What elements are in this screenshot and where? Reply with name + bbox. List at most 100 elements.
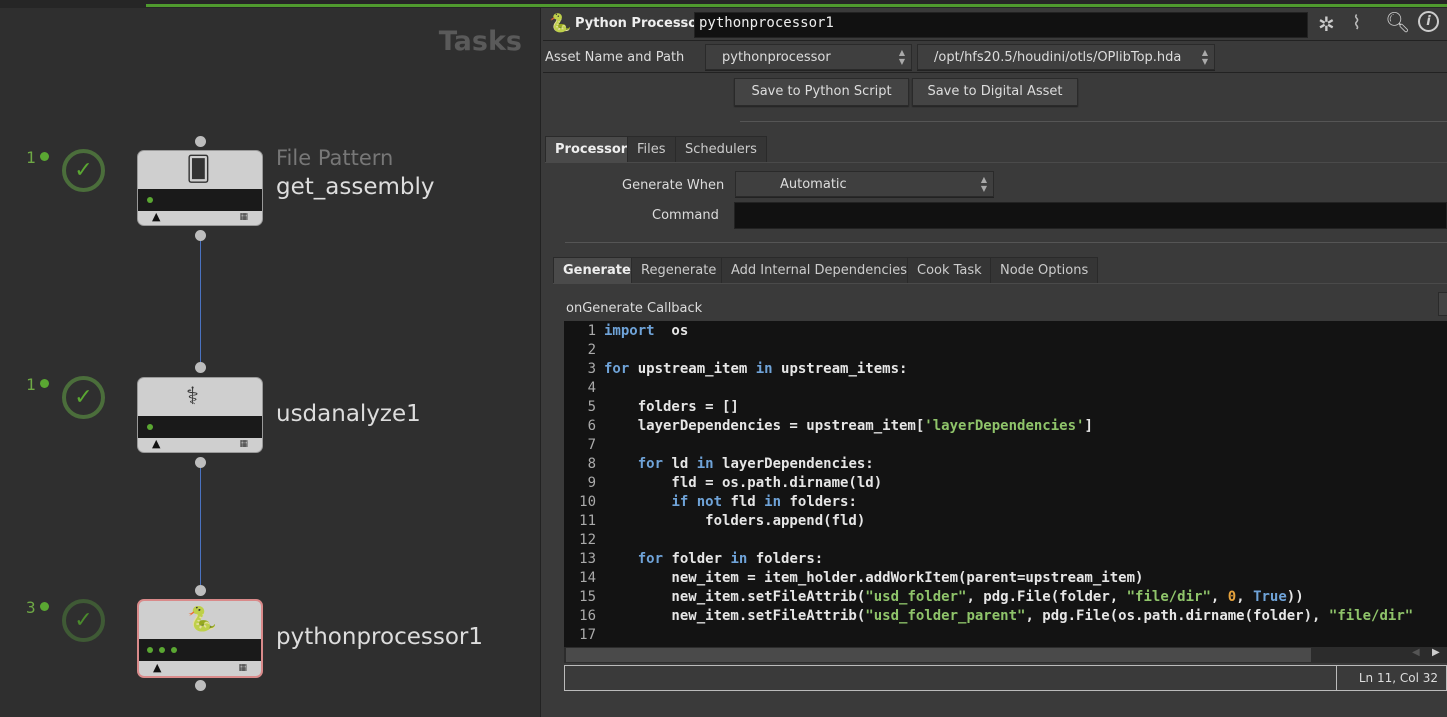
python-icon: 🐍 (187, 605, 217, 633)
usd-analyze-icon: ⚕ (186, 382, 199, 410)
gear-icon[interactable]: ✲ (1318, 12, 1335, 36)
node-get-assembly[interactable]: 🂠 ▲ ▦ (137, 150, 263, 226)
asset-path-value: /opt/hfs20.5/houdini/otls/OPlibTop.hda (934, 50, 1182, 65)
save-to-python-script-button[interactable]: Save to Python Script (734, 78, 909, 106)
output-port[interactable] (195, 680, 206, 691)
python-icon[interactable]: 🐍 (549, 13, 571, 34)
cooked-check-icon: ✓ (62, 599, 105, 642)
asset-path-select[interactable]: /opt/hfs20.5/houdini/otls/OPlibTop.hda ▲ ▼ (917, 44, 1215, 70)
line-number: 12 (579, 532, 596, 548)
code-token: )) (1286, 589, 1304, 605)
divider (545, 162, 1447, 163)
line-number: 17 (579, 627, 596, 643)
node-name-label: pythonprocessor1 (276, 624, 483, 650)
code-token: layerDependencies: (713, 456, 874, 472)
code-token: 0 (1227, 589, 1237, 605)
search-icon[interactable]: 🔍︎ (1385, 10, 1410, 34)
tab-add-internal-dependencies[interactable]: Add Internal Dependencies (721, 257, 918, 284)
callback-label: onGenerate Callback (566, 301, 703, 316)
node-pythonprocessor1[interactable]: 🐍 ▲ ▦ (137, 599, 263, 678)
line-number: 2 (587, 342, 596, 358)
code-line: fld = os.path.dirname(ld) (604, 475, 882, 491)
line-number: 7 (587, 437, 596, 453)
scrollbar-thumb[interactable] (566, 648, 1311, 662)
tab-processor[interactable]: Processor (545, 136, 638, 163)
input-port[interactable] (195, 585, 206, 596)
input-port[interactable] (195, 362, 206, 373)
node-type-label: Python Processor (575, 16, 704, 31)
line-number: 16 (579, 608, 596, 624)
line-number: 15 (579, 589, 596, 605)
code-editor[interactable]: 1 import os 2 3 for upstream_item in upstrea… (564, 321, 1447, 647)
cursor-position: Ln 11, Col 32 (1358, 671, 1438, 685)
code-token: upstream_item (629, 361, 756, 377)
code-token: in (764, 494, 782, 510)
line-number: 13 (579, 551, 596, 567)
code-token: in (730, 551, 748, 567)
generate-when-value: Automatic (780, 177, 847, 192)
code-token: folder (663, 551, 731, 567)
line-number: 14 (579, 570, 596, 586)
callback-menu-button[interactable] (1438, 292, 1447, 316)
asset-name-value: pythonprocessor (722, 50, 831, 65)
code-token: new_item = item_holder.addWorkItem(paren… (604, 570, 1144, 586)
connection-wire (200, 241, 201, 363)
save-to-digital-asset-button[interactable]: Save to Digital Asset (912, 78, 1078, 106)
code-token: , pdg.File(folder, (966, 589, 1127, 605)
code-token: new_item.setFileAttrib( (604, 589, 866, 605)
connection-wire (200, 468, 201, 586)
code-token: folders: (747, 551, 824, 567)
editor-status-bar: Ln 11, Col 32 (564, 665, 1447, 691)
code-token: fld = os.path.dirname(ld) (604, 475, 883, 491)
tab-regenerate[interactable]: Regenerate (631, 257, 727, 284)
code-token: new_item.setFileAttrib( (604, 608, 866, 624)
tab-files[interactable]: Files (627, 136, 676, 163)
node-usdanalyze1[interactable]: ⚕ ▲ ▦ (137, 377, 263, 453)
horizontal-scrollbar[interactable]: ◀ ▶ (564, 647, 1447, 663)
code-token: for (604, 361, 630, 377)
input-port[interactable] (195, 136, 206, 147)
tab-schedulers[interactable]: Schedulers (675, 136, 767, 163)
node-name-label: usdanalyze1 (276, 401, 421, 427)
command-field[interactable] (734, 202, 1447, 229)
code-token: , pdg.File(os.path.dirname(folder), (1025, 608, 1329, 624)
node-type-label: File Pattern (276, 146, 394, 170)
code-line: new_item.setFileAttrib("usd_folder_paren… (604, 608, 1413, 624)
tab-generate[interactable]: Generate (553, 257, 641, 284)
line-number: 4 (587, 380, 596, 396)
tab-node-options[interactable]: Node Options (990, 257, 1099, 284)
output-port[interactable] (195, 457, 206, 468)
output-port[interactable] (195, 230, 206, 241)
divider (565, 242, 1447, 243)
code-token: folders: (781, 494, 857, 510)
code-token: folders = [] (604, 399, 739, 415)
work-item-count: 1 (26, 375, 49, 394)
node-name-field[interactable]: pythonprocessor1 (694, 12, 1308, 38)
code-line: for ld in layerDependencies: (604, 456, 874, 472)
line-number: 1 (587, 323, 596, 339)
info-icon[interactable]: i (1418, 11, 1439, 32)
scroll-right-icon[interactable]: ▶ (1432, 647, 1440, 658)
code-token: 'layerDependencies' (924, 418, 1085, 434)
code-token: os (654, 323, 689, 339)
network-context-title: Tasks (438, 26, 522, 57)
code-token: "usd_folder_parent" (865, 608, 1026, 624)
generate-when-select[interactable]: Automatic ▲ ▼ (735, 171, 994, 197)
work-item-count: 3 (26, 598, 49, 617)
cooked-check-icon: ✓ (62, 149, 105, 192)
file-pattern-icon: 🂠 (186, 155, 211, 183)
tab-cook-task[interactable]: Cook Task (907, 257, 992, 284)
code-token: "file/dir" (1328, 608, 1414, 624)
line-number: 3 (587, 361, 596, 377)
asset-name-select[interactable]: pythonprocessor ▲ ▼ (705, 44, 912, 70)
code-token: upstream_items: (772, 361, 908, 377)
code-token: fld (722, 494, 765, 510)
brush-icon[interactable]: ⌇ (1352, 12, 1361, 34)
code-token: if not (671, 494, 723, 510)
code-token: "usd_folder" (865, 589, 967, 605)
scroll-left-icon[interactable]: ◀ (1412, 647, 1420, 658)
code-token: True (1253, 589, 1287, 605)
